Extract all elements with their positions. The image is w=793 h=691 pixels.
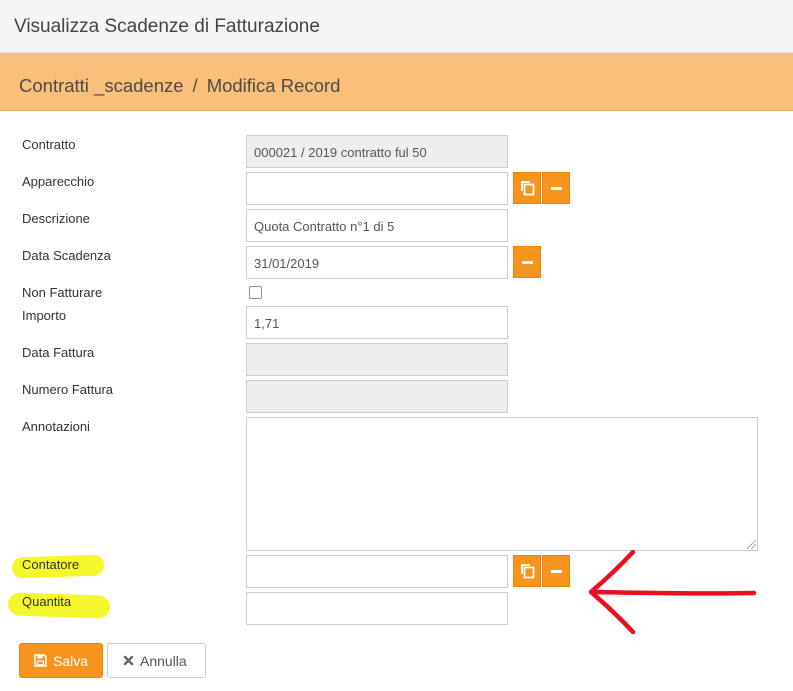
apparecchio-label: Apparecchio <box>22 174 95 189</box>
copy-icon <box>521 564 535 579</box>
descrizione-label: Descrizione <box>22 211 90 226</box>
data-fattura-label: Data Fattura <box>22 345 95 360</box>
cancel-button[interactable]: Annulla <box>107 643 206 678</box>
data-scadenza-clear-button[interactable] <box>513 246 541 278</box>
copy-icon <box>521 181 535 196</box>
data-fattura-field <box>246 343 508 376</box>
numero-fattura-label: Numero Fattura <box>22 382 114 397</box>
apparecchio-field[interactable] <box>246 172 508 205</box>
quantita-label: Quantita <box>22 594 72 609</box>
window-title: Visualizza Scadenze di Fatturazione <box>14 16 320 37</box>
breadcrumb-page: Modifica Record <box>206 75 341 96</box>
save-button-label: Salva <box>53 653 89 669</box>
data-scadenza-field[interactable]: 31/01/2019 <box>246 246 508 279</box>
data-scadenza-label: Data Scadenza <box>22 248 111 263</box>
window-header: Visualizza Scadenze di Fatturazione <box>0 0 793 53</box>
importo-label: Importo <box>22 308 67 323</box>
descrizione-field[interactable]: Quota Contratto n°1 di 5 <box>246 209 508 242</box>
close-icon <box>123 655 134 666</box>
numero-fattura-field <box>246 380 508 413</box>
minus-icon <box>522 261 533 264</box>
contratto-field: 000021 / 2019 contratto ful 50 <box>246 135 508 168</box>
contatore-field[interactable] <box>246 555 508 588</box>
apparecchio-clear-button[interactable] <box>542 172 570 204</box>
apparecchio-select-button[interactable] <box>513 172 541 204</box>
breadcrumb-section[interactable]: Contratti _scadenze <box>19 75 184 96</box>
importo-field[interactable]: 1,71 <box>246 306 508 339</box>
contratto-label: Contratto <box>22 137 76 152</box>
non-fatturare-label: Non Fatturare <box>22 285 103 300</box>
annotation-arrow-icon <box>588 549 757 635</box>
contatore-clear-button[interactable] <box>542 555 570 587</box>
breadcrumb-bar: Contratti _scadenze / Modifica Record <box>0 53 793 111</box>
contatore-select-button[interactable] <box>513 555 541 587</box>
contatore-label: Contatore <box>22 557 80 572</box>
annotazioni-textarea[interactable] <box>246 417 758 551</box>
floppy-disk-icon <box>34 654 47 667</box>
breadcrumb-separator: / <box>192 75 198 96</box>
quantita-field[interactable] <box>246 592 508 625</box>
save-button[interactable]: Salva <box>19 643 103 678</box>
minus-icon <box>551 570 562 573</box>
annotazioni-label: Annotazioni <box>22 419 90 434</box>
cancel-button-label: Annulla <box>140 653 187 669</box>
breadcrumb: Contratti _scadenze / Modifica Record <box>19 75 340 97</box>
non-fatturare-checkbox[interactable] <box>249 286 262 299</box>
minus-icon <box>551 187 562 190</box>
